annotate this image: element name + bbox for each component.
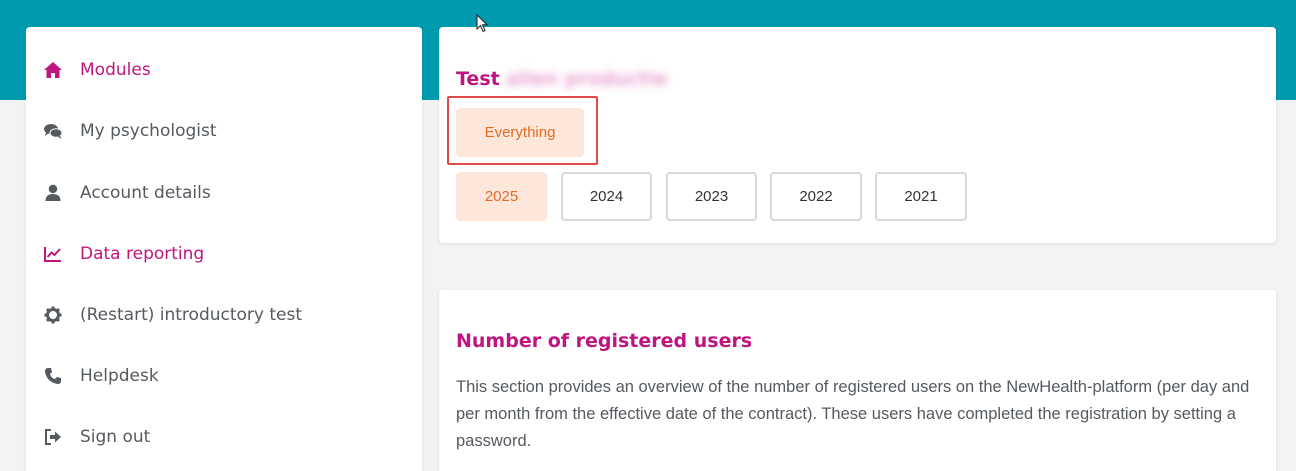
sidebar-item-data-reporting[interactable]: Data reporting: [26, 234, 422, 274]
home-icon: [42, 59, 64, 81]
registered-users-section: Number of registered users This section …: [439, 290, 1276, 471]
blurred-title-text: allen productie: [505, 68, 668, 90]
sidebar-item-sign-out[interactable]: Sign out: [26, 417, 422, 457]
phone-icon: [42, 365, 64, 387]
user-icon: [42, 182, 64, 204]
sidebar-item-account-details[interactable]: Account details: [26, 173, 422, 213]
everything-button[interactable]: Everything: [456, 108, 584, 157]
sidebar-item-label: (Restart) introductory test: [80, 305, 303, 325]
year-button-2022[interactable]: 2022: [770, 172, 862, 221]
sidebar-item-label: My psychologist: [80, 121, 217, 141]
filter-card: Test allen productie Everything 2025 2024…: [439, 27, 1276, 243]
section-description: This section provides an overview of the…: [456, 378, 1250, 450]
chart-line-icon: [42, 243, 64, 265]
gear-icon: [42, 304, 64, 326]
sidebar: Modules My psychologist Account details …: [26, 27, 422, 471]
sidebar-item-label: Helpdesk: [80, 366, 159, 386]
section-title: Number of registered users: [456, 330, 753, 352]
sidebar-item-modules[interactable]: Modules: [26, 50, 422, 90]
sidebar-item-helpdesk[interactable]: Helpdesk: [26, 356, 422, 396]
year-button-2021[interactable]: 2021: [875, 172, 967, 221]
year-button-2023[interactable]: 2023: [666, 172, 757, 221]
sidebar-item-label: Modules: [80, 60, 151, 80]
card-title: Test allen productie: [456, 68, 668, 90]
sidebar-item-label: Sign out: [80, 427, 151, 447]
sidebar-item-label: Account details: [80, 183, 211, 203]
year-button-2025[interactable]: 2025: [456, 172, 547, 221]
year-button-2024[interactable]: 2024: [561, 172, 652, 221]
chat-icon: [42, 120, 64, 142]
sidebar-item-restart-introductory-test[interactable]: (Restart) introductory test: [26, 295, 422, 335]
sign-out-icon: [42, 426, 64, 448]
mouse-cursor-icon: [476, 14, 489, 33]
sidebar-item-label: Data reporting: [80, 244, 205, 264]
sidebar-item-my-psychologist[interactable]: My psychologist: [26, 111, 422, 151]
card-title-text: Test: [456, 68, 500, 90]
